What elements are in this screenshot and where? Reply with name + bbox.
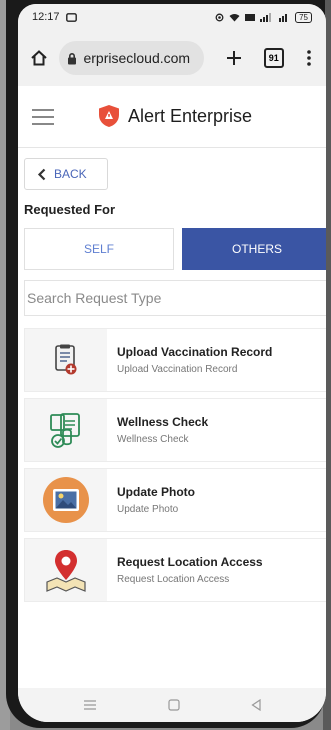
- photo-icon: [43, 477, 89, 523]
- request-type-card[interactable]: Request Location Access Request Location…: [24, 538, 326, 602]
- request-type-title: Wellness Check: [117, 415, 209, 429]
- home-nav-icon[interactable]: [168, 699, 180, 711]
- tab-others[interactable]: OTHERS: [182, 228, 326, 270]
- section-title: Requested For: [24, 202, 116, 217]
- battery-level: 75: [299, 12, 308, 22]
- url-text: erprisecloud.com: [83, 50, 191, 66]
- back-button[interactable]: BACK: [24, 158, 108, 190]
- brand-name: Alert Enterprise: [128, 105, 253, 126]
- request-type-subtitle: Wellness Check: [117, 434, 189, 445]
- battery-indicator: 75: [295, 11, 312, 23]
- wifi-icon: [229, 13, 240, 21]
- brand: Alert Enterprise: [98, 104, 252, 128]
- app-header: Alert Enterprise: [18, 86, 326, 148]
- signal-icon-2: [279, 13, 288, 22]
- lock-icon: [68, 52, 77, 64]
- address-bar[interactable]: erprisecloud.com: [59, 41, 204, 75]
- request-type-card[interactable]: Update Photo Update Photo: [24, 468, 326, 532]
- plus-icon: [227, 51, 242, 65]
- menu-icon[interactable]: [32, 109, 54, 125]
- notification-icon: [65, 12, 77, 22]
- status-time: 12:17: [32, 11, 60, 23]
- request-type-title: Upload Vaccination Record: [117, 345, 273, 359]
- home-button[interactable]: [22, 41, 55, 75]
- more-vert-icon: [307, 50, 312, 66]
- request-type-card[interactable]: Wellness Check Wellness Check: [24, 398, 326, 462]
- main-content: BACK Requested For SELF OTHERS Search Re…: [18, 148, 326, 688]
- request-type-title: Update Photo: [117, 485, 195, 499]
- browser-menu-button[interactable]: [293, 41, 326, 75]
- volte-icon: [245, 13, 256, 21]
- request-type-subtitle: Request Location Access: [117, 574, 230, 585]
- back-nav-icon[interactable]: [251, 699, 261, 711]
- chevron-left-icon: [37, 168, 46, 180]
- status-bar: 12:17 75: [18, 4, 326, 30]
- tab-count: 91: [263, 48, 284, 68]
- shield-logo-icon: [99, 105, 119, 127]
- request-type-card[interactable]: Upload Vaccination Record Upload Vaccina…: [24, 328, 326, 392]
- home-icon: [31, 50, 47, 66]
- request-type-title: Request Location Access: [117, 555, 263, 569]
- tab-switcher-button[interactable]: 91: [257, 41, 290, 75]
- phone-screen: 12:17 75 erprisecloud.com 91 Alert Enter…: [18, 4, 326, 722]
- signal-icon: [260, 12, 272, 22]
- vaccination-record-icon: [55, 344, 77, 375]
- wellness-check-icon: [50, 413, 80, 448]
- location-pin-icon: [46, 550, 86, 592]
- request-type-subtitle: Upload Vaccination Record: [117, 364, 238, 375]
- vibrate-icon: [215, 13, 224, 21]
- request-type-subtitle: Update Photo: [117, 504, 179, 515]
- phone-frame: 12:17 75 erprisecloud.com 91 Alert Enter…: [6, 0, 326, 728]
- recents-menu-icon[interactable]: [83, 700, 97, 710]
- new-tab-button[interactable]: [218, 41, 251, 75]
- tab-self[interactable]: SELF: [24, 228, 174, 270]
- search-input[interactable]: [24, 280, 326, 316]
- android-nav-bar: [18, 688, 326, 722]
- browser-toolbar: erprisecloud.com 91: [18, 30, 326, 86]
- back-label: BACK: [54, 167, 87, 181]
- requested-for-toggle: SELF OTHERS: [24, 228, 326, 270]
